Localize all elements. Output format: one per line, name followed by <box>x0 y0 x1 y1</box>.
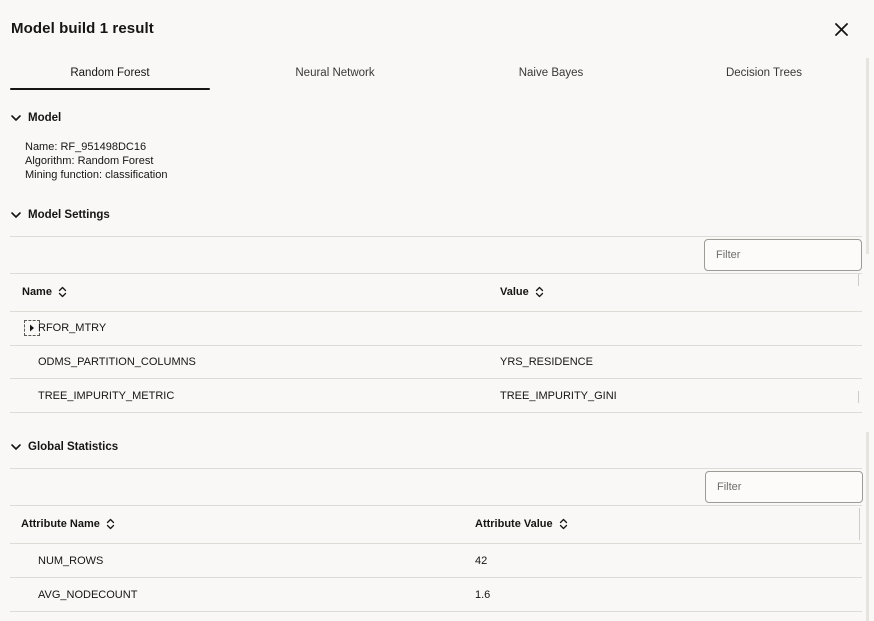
divider <box>10 543 862 544</box>
close-icon <box>834 22 848 36</box>
section-title: Global Statistics <box>28 441 119 453</box>
tab-neural-network[interactable]: Neural Network <box>235 58 435 90</box>
divider <box>10 577 862 578</box>
section-title: Model Settings <box>28 209 110 221</box>
column-resize-handle[interactable] <box>859 508 860 540</box>
column-header-value[interactable]: Value <box>500 286 544 298</box>
table-cell: TREE_IMPURITY_METRIC <box>38 390 175 402</box>
table-cell: 42 <box>475 555 488 567</box>
tab-label: Random Forest <box>70 67 150 79</box>
chevron-down-icon <box>11 115 21 121</box>
model-result-dialog: Model build 1 result Random Forest Neura… <box>0 0 874 621</box>
scrollbar[interactable] <box>866 58 869 254</box>
model-algorithm: Algorithm: Random Forest <box>25 155 154 167</box>
divider <box>10 412 862 413</box>
global-statistics-section-header[interactable]: Global Statistics <box>10 441 118 453</box>
settings-filter-input[interactable] <box>704 239 862 271</box>
column-header-label: Attribute Value <box>475 518 553 530</box>
sort-icon <box>58 286 67 298</box>
tab-label: Naive Bayes <box>518 67 584 79</box>
scrollbar[interactable] <box>866 432 869 621</box>
table-cell: YRS_RESIDENCE <box>500 356 593 368</box>
tab-random-forest[interactable]: Random Forest <box>10 58 210 90</box>
statistics-filter-input[interactable] <box>705 471 863 503</box>
divider <box>10 311 862 312</box>
sort-icon <box>559 518 567 530</box>
sort-icon <box>106 518 114 530</box>
model-section-header[interactable]: Model <box>10 112 61 124</box>
algorithm-tabs: Random Forest Neural Network Naive Bayes… <box>10 58 862 90</box>
column-resize-handle[interactable] <box>858 391 859 403</box>
chevron-down-icon <box>11 444 21 450</box>
divider <box>10 345 862 346</box>
column-resize-handle[interactable] <box>858 274 859 286</box>
divider <box>10 273 862 274</box>
table-cell: ODMS_PARTITION_COLUMNS <box>38 356 196 368</box>
dialog-title: Model build 1 result <box>11 20 154 37</box>
divider <box>10 468 862 469</box>
model-settings-section-header[interactable]: Model Settings <box>10 209 110 221</box>
table-cell: TREE_IMPURITY_GINI <box>500 390 617 402</box>
section-title: Model <box>28 112 62 124</box>
table-cell: NUM_ROWS <box>38 555 104 567</box>
model-name: Name: RF_951498DC16 <box>25 141 147 153</box>
table-cell: 1.6 <box>475 589 491 601</box>
divider <box>10 236 862 237</box>
column-header-attribute-value[interactable]: Attribute Value <box>475 518 568 530</box>
chevron-down-icon <box>11 212 21 218</box>
tab-naive-bayes[interactable]: Naive Bayes <box>451 58 651 90</box>
tab-decision-trees[interactable]: Decision Trees <box>664 58 864 90</box>
tab-label: Decision Trees <box>725 67 803 79</box>
column-header-label: Attribute Name <box>21 518 100 530</box>
divider <box>10 505 862 506</box>
table-cell: RFOR_MTRY <box>38 322 107 334</box>
model-mining-function: Mining function: classification <box>25 169 168 181</box>
divider <box>10 378 862 379</box>
column-header-label: Name <box>22 286 52 298</box>
caret-right-icon <box>30 324 34 332</box>
column-header-attribute-name[interactable]: Attribute Name <box>21 518 115 530</box>
model-info: Name: RF_951498DC16 Algorithm: Random Fo… <box>25 140 167 182</box>
table-cell: AVG_NODECOUNT <box>38 589 138 601</box>
sort-icon <box>535 286 543 298</box>
column-header-name[interactable]: Name <box>22 286 67 298</box>
column-header-label: Value <box>500 286 529 298</box>
close-button[interactable] <box>830 18 852 40</box>
tab-label: Neural Network <box>295 67 375 79</box>
divider <box>10 611 862 612</box>
